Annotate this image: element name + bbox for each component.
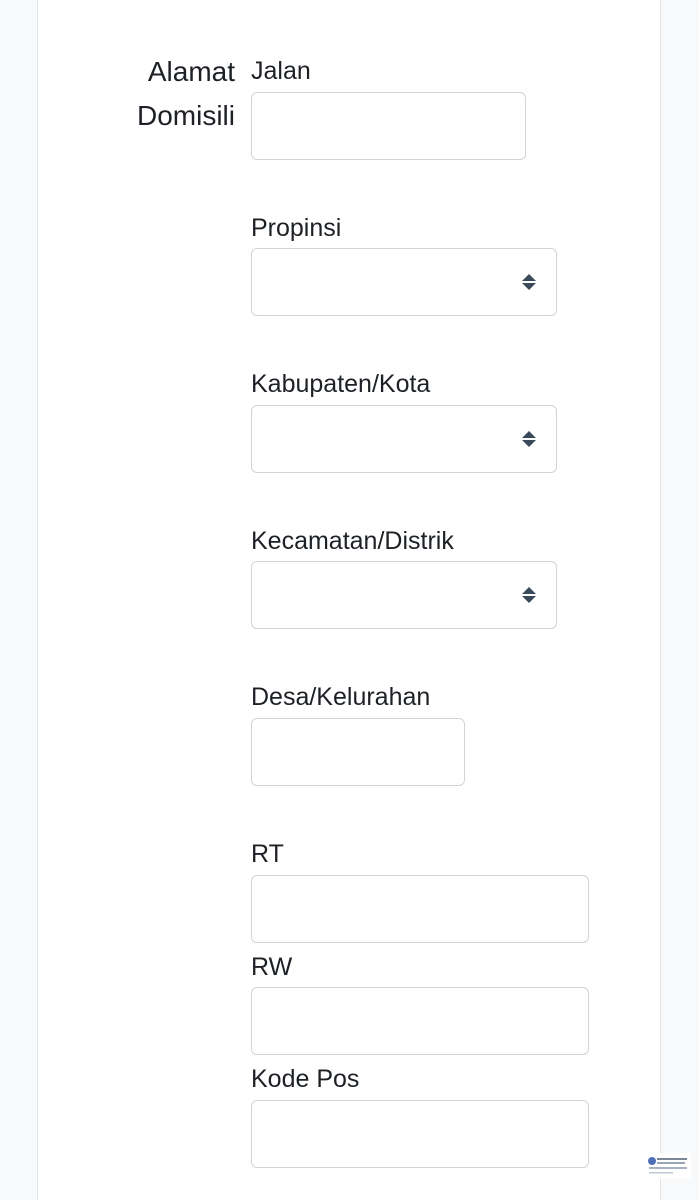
kecamatan-select[interactable] [251,561,557,629]
propinsi-label: Propinsi [251,214,342,242]
kode-pos-input[interactable] [251,1100,589,1168]
kabupaten-select[interactable] [251,405,557,473]
kabupaten-label: Kabupaten/Kota [251,370,431,398]
section-title-line2: Domisili [137,100,235,131]
rt-label: RT [251,840,284,868]
rw-label: RW [251,953,293,981]
sort-arrows-icon [522,431,536,447]
section-title-line1: Alamat [147,56,235,87]
kode-pos-label: Kode Pos [251,1065,360,1093]
desa-label: Desa/Kelurahan [251,683,431,711]
desa-input[interactable] [251,718,465,786]
rw-input[interactable] [251,987,589,1055]
jalan-input[interactable] [251,92,526,160]
kecamatan-label: Kecamatan/Distrik [251,527,454,555]
security-badge-icon [645,1153,691,1179]
rt-input[interactable] [251,875,589,943]
jalan-label: Jalan [251,57,311,85]
sort-arrows-icon [522,587,536,603]
sort-arrows-icon [522,274,536,290]
section-title: Alamat Domisili [98,50,235,138]
propinsi-select[interactable] [251,248,557,316]
form-card: Alamat Domisili Jalan Propinsi Kabupaten… [37,0,661,1200]
